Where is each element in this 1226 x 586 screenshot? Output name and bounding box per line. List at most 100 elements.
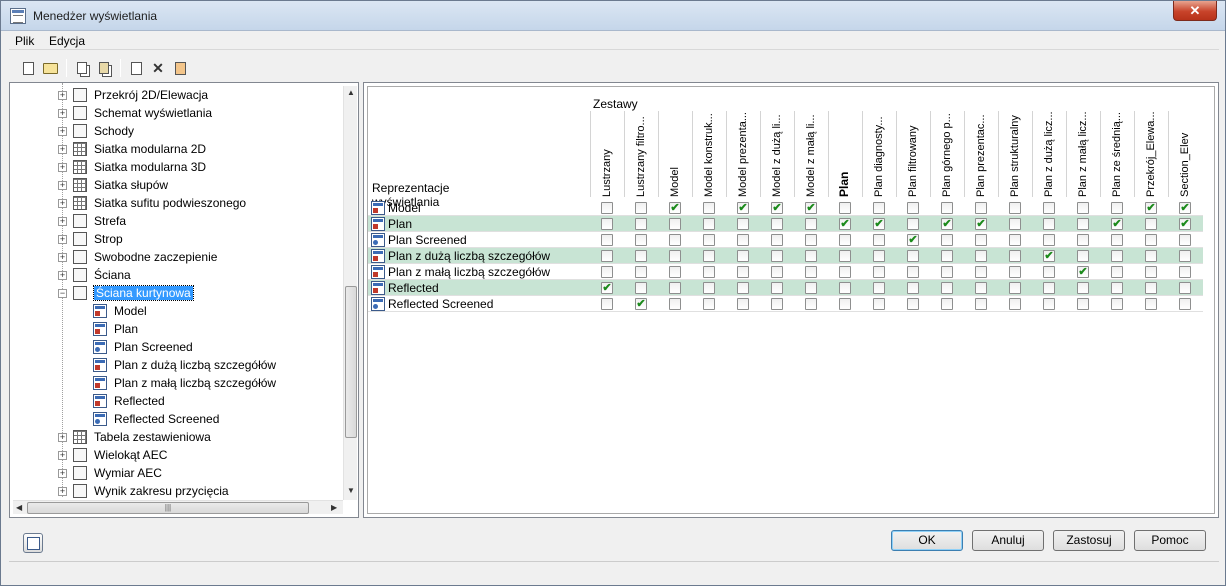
set-checkbox[interactable] [669,234,681,246]
set-column-header[interactable]: Model prezenta... [726,111,760,197]
menu-plik[interactable]: Plik [15,34,34,48]
tree-child-item[interactable]: Reflected [10,392,340,410]
set-checkbox[interactable] [907,266,919,278]
set-checkbox[interactable] [771,234,783,246]
set-checkbox[interactable] [941,266,953,278]
set-checkbox[interactable] [873,298,885,310]
set-checkbox[interactable] [1043,266,1055,278]
tree-item[interactable]: + Swobodne zaczepienie [10,248,340,266]
expander-icon[interactable]: + [58,217,67,226]
set-checkbox[interactable] [703,282,715,294]
set-checkbox[interactable] [1179,298,1191,310]
set-checkbox[interactable] [975,202,987,214]
set-checkbox[interactable] [1111,282,1123,294]
set-column-header[interactable]: Model konstruk... [692,111,726,197]
set-column-header[interactable]: Model z dużą li... [760,111,794,197]
set-checkbox[interactable] [737,218,749,230]
tree-item[interactable]: + Tabela zestawieniowa [10,428,340,446]
set-checkbox[interactable] [1179,266,1191,278]
representation-row[interactable]: Reflected ✔ [368,280,1203,296]
set-checkbox[interactable] [975,298,987,310]
tree-item[interactable]: + Schody [10,122,340,140]
set-checkbox[interactable] [1043,282,1055,294]
tree-vertical-scrollbar[interactable]: ▲ ▼ [343,86,357,500]
set-checkbox[interactable] [839,282,851,294]
set-column-header[interactable]: Lustrzany filtro... [624,111,658,197]
set-checkbox[interactable] [737,250,749,262]
set-checkbox[interactable]: ✔ [601,282,613,294]
set-checkbox[interactable] [771,218,783,230]
set-checkbox[interactable] [1077,282,1089,294]
set-checkbox[interactable] [1009,282,1021,294]
set-checkbox[interactable] [1043,234,1055,246]
title-bar[interactable]: Menedżer wyświetlania ✕ [1,1,1225,31]
drawing-setup-icon[interactable] [23,533,43,553]
menu-edycja[interactable]: Edycja [49,34,85,48]
apply-button[interactable]: Zastosuj [1053,530,1125,551]
set-checkbox[interactable] [1009,298,1021,310]
set-checkbox[interactable] [907,298,919,310]
set-column-header[interactable]: Model z małą li... [794,111,828,197]
copy-icon[interactable] [73,59,91,77]
expander-icon[interactable]: + [58,127,67,136]
set-checkbox[interactable] [907,202,919,214]
representation-row[interactable]: Model ✔ ✔ ✔ ✔ ✔ ✔ [368,200,1203,216]
set-checkbox[interactable] [1179,282,1191,294]
expander-icon[interactable]: + [58,253,67,262]
expander-icon[interactable]: − [58,289,67,298]
set-column-header[interactable]: Plan ze średnią... [1100,111,1134,197]
object-tree[interactable]: + Przekrój 2D/Elewacja + Schemat wyświetlan… [9,82,359,518]
set-checkbox[interactable] [1111,202,1123,214]
tree-item[interactable]: + Siatka słupów [10,176,340,194]
set-checkbox[interactable]: ✔ [1111,218,1123,230]
set-checkbox[interactable]: ✔ [1077,266,1089,278]
set-checkbox[interactable] [839,234,851,246]
set-checkbox[interactable] [635,202,647,214]
set-checkbox[interactable] [601,234,613,246]
set-checkbox[interactable] [635,250,647,262]
set-checkbox[interactable] [703,202,715,214]
expander-icon[interactable]: + [58,181,67,190]
set-column-header[interactable]: Plan [828,111,862,197]
set-checkbox[interactable] [873,202,885,214]
expander-icon[interactable]: + [58,487,67,496]
set-checkbox[interactable]: ✔ [1179,218,1191,230]
set-checkbox[interactable] [1145,266,1157,278]
set-checkbox[interactable] [1043,218,1055,230]
tree-horizontal-scrollbar[interactable]: ◀ ||| ▶ [13,500,343,514]
set-checkbox[interactable] [1111,250,1123,262]
tree-item[interactable]: + Przekrój 2D/Elewacja [10,86,340,104]
set-checkbox[interactable] [873,266,885,278]
expander-icon[interactable]: + [58,109,67,118]
set-checkbox[interactable] [941,250,953,262]
representation-row[interactable]: Plan Screened ✔ [368,232,1203,248]
set-checkbox[interactable] [975,234,987,246]
set-checkbox[interactable] [1009,218,1021,230]
set-column-header[interactable]: Lustrzany [590,111,624,197]
tree-item[interactable]: − Ściana kurtynowa [10,284,340,302]
set-checkbox[interactable] [771,282,783,294]
set-checkbox[interactable] [839,250,851,262]
set-checkbox[interactable] [1077,218,1089,230]
expander-icon[interactable]: + [58,199,67,208]
expander-icon[interactable]: + [58,271,67,280]
set-checkbox[interactable] [1145,234,1157,246]
tree-item[interactable]: + Wielokąt AEC [10,446,340,464]
set-checkbox[interactable] [601,298,613,310]
tree-item[interactable]: + Wymiar AEC [10,464,340,482]
set-checkbox[interactable] [805,266,817,278]
tree-child-item[interactable]: Plan Screened [10,338,340,356]
expander-icon[interactable]: + [58,469,67,478]
tree-item[interactable]: + Siatka modularna 3D [10,158,340,176]
tree-item[interactable]: + Schemat wyświetlania [10,104,340,122]
open-icon[interactable] [41,59,59,77]
set-checkbox[interactable] [737,282,749,294]
set-checkbox[interactable] [1077,298,1089,310]
export-icon[interactable] [127,59,145,77]
expander-icon[interactable]: + [58,91,67,100]
set-checkbox[interactable] [669,250,681,262]
set-column-header[interactable]: Plan diagnosty... [862,111,896,197]
set-checkbox[interactable] [805,250,817,262]
set-checkbox[interactable] [839,266,851,278]
set-checkbox[interactable] [1009,202,1021,214]
